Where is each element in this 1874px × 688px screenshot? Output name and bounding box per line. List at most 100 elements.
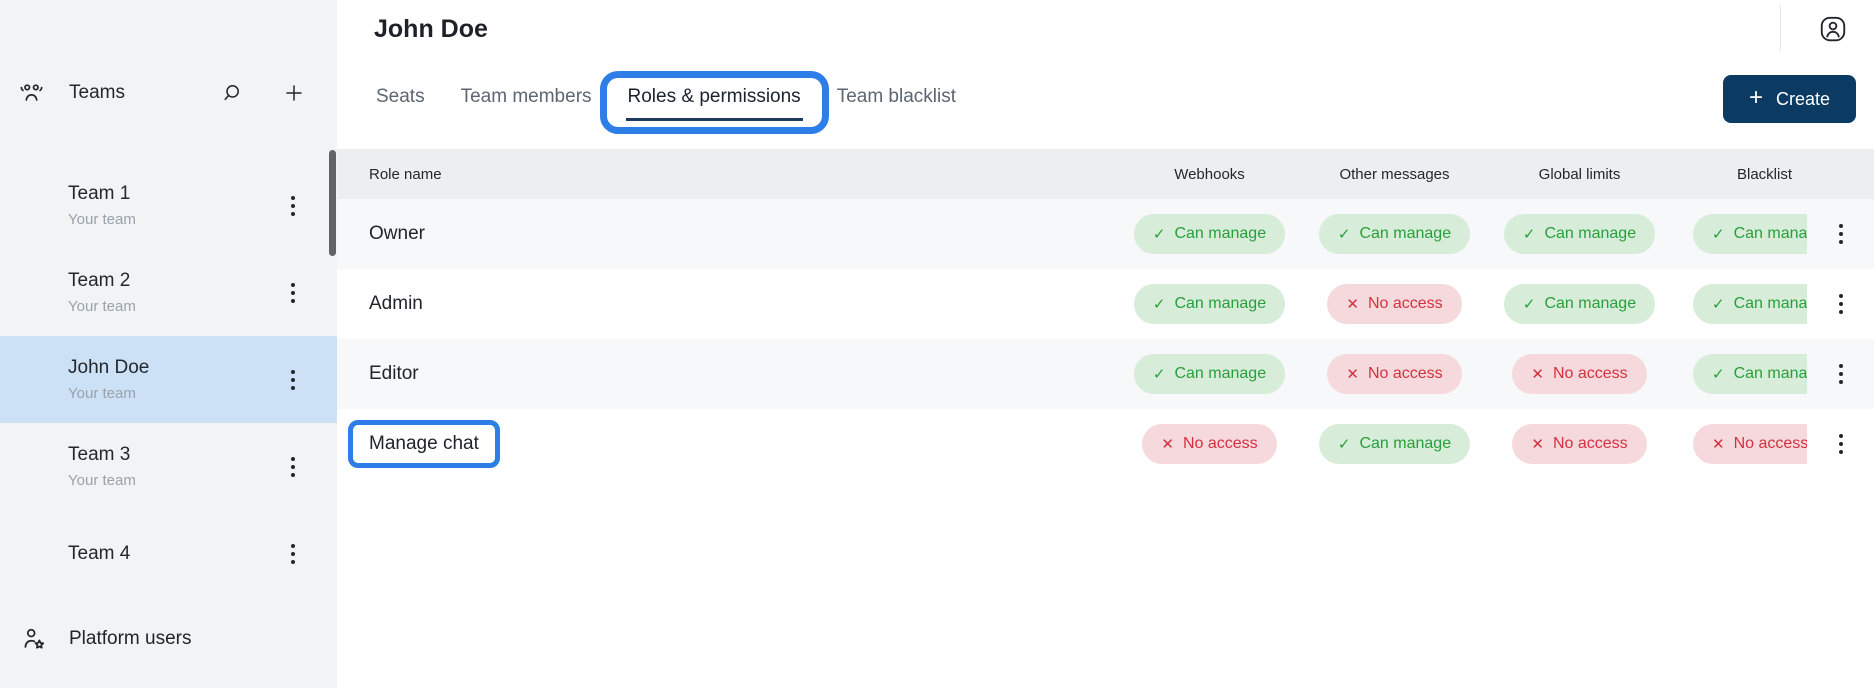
tab-team-blacklist[interactable]: Team blacklist bbox=[835, 78, 958, 121]
role-cell: Editor bbox=[337, 363, 1117, 385]
row-menu-icon[interactable] bbox=[1835, 360, 1847, 388]
team-item-text: Team 1 Your team bbox=[68, 183, 136, 228]
check-icon: ✓ bbox=[1712, 225, 1725, 243]
sidebar-scrollbar[interactable] bbox=[329, 150, 336, 256]
cross-icon: ✕ bbox=[1346, 295, 1359, 313]
permission-cell: ✕No access bbox=[1672, 424, 1807, 464]
column-header: Other messages bbox=[1302, 166, 1487, 183]
team-subtitle: Your team bbox=[68, 298, 136, 315]
tabs: Seats Team members Roles & permissions Team… bbox=[374, 78, 958, 121]
permission-cell: ✓ Can manage bbox=[1487, 284, 1672, 324]
permission-badge-no-access: ✕No access bbox=[1512, 424, 1646, 464]
permission-cell: ✓Can manage bbox=[1117, 284, 1302, 324]
create-button-label: Create bbox=[1776, 89, 1830, 110]
teams-sidebar: Teams Team 1 Your team bbox=[0, 0, 337, 688]
permission-badge-can-manage: ✓ Can manage bbox=[1693, 284, 1807, 324]
check-icon: ✓ bbox=[1712, 365, 1725, 383]
badge-label: No access bbox=[1553, 365, 1628, 383]
role-cell: Owner bbox=[337, 223, 1117, 245]
role-row: Owner✓Can manage✓Can manage✓Can manage✓C… bbox=[337, 199, 1874, 269]
badge-label: No access bbox=[1368, 295, 1443, 313]
column-header: Role name bbox=[337, 166, 1117, 183]
profile-button[interactable] bbox=[1818, 14, 1848, 44]
search-icon bbox=[220, 81, 244, 105]
team-subtitle: Your team bbox=[68, 211, 136, 228]
role-row: Manage chat ✕No access ✓Can manage ✕No acce… bbox=[337, 409, 1874, 479]
check-icon: ✓ bbox=[1523, 225, 1536, 243]
roles-table: Role nameWebhooksOther messagesGlobal li… bbox=[337, 149, 1874, 479]
sidebar-title: Teams bbox=[69, 82, 125, 104]
main-header: John Doe bbox=[337, 0, 1874, 58]
permission-cell: ✕ No access bbox=[1302, 354, 1487, 394]
search-button[interactable] bbox=[219, 80, 245, 106]
row-actions-cell bbox=[1807, 290, 1874, 318]
permission-badge-can-manage: ✓Can manage bbox=[1693, 354, 1807, 394]
check-icon: ✓ bbox=[1712, 295, 1725, 313]
permission-badge-can-manage: ✓ Can manage bbox=[1134, 214, 1285, 254]
create-button[interactable]: + Create bbox=[1723, 75, 1856, 123]
row-actions-cell bbox=[1807, 360, 1874, 388]
sidebar-team-item[interactable]: John Doe Your team bbox=[0, 336, 337, 423]
tab-team-members[interactable]: Team members bbox=[459, 78, 594, 121]
team-name: Team 4 bbox=[68, 543, 130, 565]
badge-label: Can manage bbox=[1359, 225, 1451, 243]
role-row: Admin✓Can manage✕No access✓Can manage✓Ca… bbox=[337, 269, 1874, 339]
row-actions-cell bbox=[1807, 220, 1874, 248]
check-icon: ✓ bbox=[1153, 225, 1166, 243]
row-menu-icon[interactable] bbox=[1835, 430, 1847, 458]
sidebar-team-item[interactable]: Team 3 Your team bbox=[0, 423, 337, 510]
permission-cell: ✓Can manage bbox=[1487, 214, 1672, 254]
permission-badge-can-manage: ✓Can manage bbox=[1319, 424, 1470, 464]
tab-roles-permissions[interactable]: Roles & permissions bbox=[626, 78, 803, 121]
add-team-button[interactable] bbox=[281, 80, 307, 106]
badge-label: Can manage bbox=[1734, 295, 1807, 313]
team-item-text: Team 4 bbox=[68, 543, 130, 565]
column-header-label: Blacklist bbox=[1672, 166, 1857, 183]
permission-cell: ✓ Can manage bbox=[1672, 214, 1807, 254]
badge-label: No access bbox=[1734, 435, 1807, 453]
role-name[interactable]: Manage chat bbox=[348, 420, 500, 468]
permission-cell: ✓Can manage bbox=[1117, 354, 1302, 394]
sidebar-team-item[interactable]: Team 4 bbox=[0, 510, 337, 597]
permission-badge-no-access: ✕No access bbox=[1512, 354, 1646, 394]
permission-cell: ✓Can manage bbox=[1302, 214, 1487, 254]
kebab-menu-icon[interactable] bbox=[287, 540, 299, 568]
badge-label: Can manage bbox=[1174, 225, 1266, 243]
permission-badge-can-manage: ✓Can manage bbox=[1134, 284, 1285, 324]
kebab-menu-icon[interactable] bbox=[287, 279, 299, 307]
row-menu-icon[interactable] bbox=[1835, 220, 1847, 248]
tab-seats[interactable]: Seats bbox=[374, 78, 427, 121]
role-name: Admin bbox=[369, 293, 423, 314]
row-menu-icon[interactable] bbox=[1835, 290, 1847, 318]
permission-cell: ✕No access bbox=[1117, 424, 1302, 464]
column-header: Global limits bbox=[1487, 166, 1672, 183]
cross-icon: ✕ bbox=[1346, 365, 1359, 383]
header-divider bbox=[1780, 5, 1781, 51]
badge-label: No access bbox=[1368, 365, 1443, 383]
sidebar-team-item[interactable]: Team 1 Your team bbox=[0, 162, 337, 249]
kebab-menu-icon[interactable] bbox=[287, 366, 299, 394]
sidebar-team-item[interactable]: Team 2 Your team bbox=[0, 249, 337, 336]
team-name: Team 2 bbox=[68, 270, 136, 292]
badge-label: No access bbox=[1553, 435, 1628, 453]
kebab-menu-icon[interactable] bbox=[287, 192, 299, 220]
permission-badge-can-manage: ✓ Can manage bbox=[1693, 214, 1807, 254]
role-row: Editor✓Can manage✕No access✕No access✓Ca… bbox=[337, 339, 1874, 409]
table-body: Owner ✓ Can manage ✓ Can manage ✓ Can manage ✓ C… bbox=[337, 199, 1874, 479]
permission-badge-can-manage: ✓Can manage bbox=[1504, 214, 1655, 254]
role-name: Editor bbox=[369, 363, 419, 384]
badge-label: Can manage bbox=[1734, 225, 1807, 243]
sidebar-item-platform-users[interactable]: Platform users bbox=[0, 610, 337, 668]
permission-cell: ✓Can manage bbox=[1672, 354, 1807, 394]
row-actions-cell bbox=[1807, 430, 1874, 458]
role-cell: Manage chat bbox=[337, 420, 1117, 468]
permission-badge-can-manage: ✓Can manage bbox=[1134, 354, 1285, 394]
permission-cell: ✕No access bbox=[1487, 424, 1672, 464]
check-icon: ✓ bbox=[1523, 295, 1536, 313]
badge-label: Can manage bbox=[1544, 295, 1636, 313]
tabs-row: Seats Team members Roles & permissions Team… bbox=[337, 58, 1874, 140]
badge-label: Can manage bbox=[1359, 435, 1451, 453]
team-subtitle: Your team bbox=[68, 472, 136, 489]
kebab-menu-icon[interactable] bbox=[287, 453, 299, 481]
column-header: Blacklist bbox=[1672, 166, 1807, 183]
